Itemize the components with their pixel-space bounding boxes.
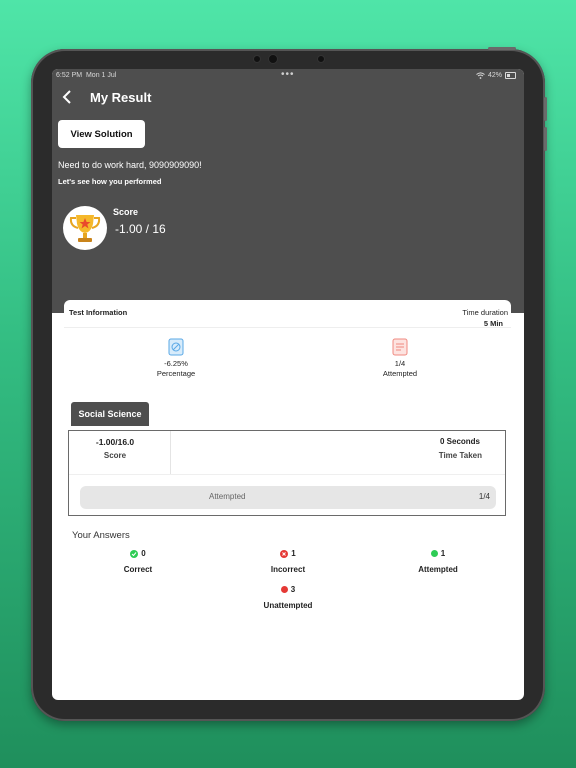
app-screen: 6:52 PM Mon 1 Jul ••• 42% My Result View… — [52, 69, 524, 700]
time-taken-label: Time Taken — [438, 451, 482, 460]
time-taken-value: 0 Seconds — [439, 437, 480, 446]
attempted-bar-value: 1/4 — [478, 492, 490, 501]
wifi-icon — [476, 72, 485, 79]
subject-score-label: Score — [103, 451, 127, 460]
incorrect-label: Incorrect — [270, 565, 306, 574]
tablet-frame: 6:52 PM Mon 1 Jul ••• 42% My Result View… — [31, 47, 547, 721]
attempted-bar: Attempted 1/4 — [80, 486, 496, 509]
correct-label: Correct — [123, 565, 153, 574]
attempted-value: 1/4 — [394, 359, 406, 368]
status-date: Mon 1 Jul — [85, 72, 117, 79]
divider — [64, 327, 511, 328]
attempted-stat: 1/4 Attempted — [370, 338, 430, 378]
power-button — [488, 47, 516, 50]
battery-percent: 42% — [487, 72, 502, 79]
volume-button-2 — [544, 127, 547, 151]
status-clock: 6:52 PM — [56, 72, 83, 79]
volume-button — [544, 97, 547, 121]
check-circle-icon — [130, 549, 139, 558]
divider — [170, 431, 171, 474]
subject-summary-box: -1.00/16.0 Score 0 Seconds Time Taken At… — [68, 430, 506, 516]
unattempted-label: Unattempted — [263, 601, 313, 610]
score-value: -1.00 / 16 — [115, 222, 166, 236]
correct-count: 0 — [141, 549, 146, 558]
status-indicators: 42% — [476, 72, 516, 79]
time-duration-label: Time duration — [462, 308, 508, 317]
multitask-dots-icon[interactable]: ••• — [281, 69, 295, 80]
incorrect-count: 1 — [291, 549, 296, 558]
tab-social-science[interactable]: Social Science — [71, 402, 149, 426]
status-time: 6:52 PM Mon 1 Jul — [56, 72, 116, 79]
attempted-label: Attempted — [382, 369, 418, 378]
attempted-count: 1 — [440, 549, 446, 558]
motivation-message: Need to do work hard, 9090909090! — [58, 160, 202, 170]
test-information-card: Test Information Time duration — [64, 300, 511, 328]
sensor-icon — [317, 55, 325, 63]
unattempted-count: 3 — [290, 585, 296, 594]
percentage-stat: -6.25% Percentage — [146, 338, 206, 378]
your-answers-title: Your Answers — [72, 530, 130, 541]
attempted-answers-label: Attempted — [418, 565, 458, 574]
answer-incorrect: 1 Incorrect — [248, 549, 328, 574]
cross-circle-icon — [280, 549, 289, 558]
green-dot-icon — [430, 550, 438, 557]
page-title: My Result — [90, 90, 152, 105]
attempted-icon — [392, 338, 408, 356]
camera-icon — [268, 54, 278, 64]
subject-score-value: -1.00/16.0 — [95, 437, 135, 447]
test-information-title: Test Information — [69, 308, 128, 317]
percentage-icon — [168, 338, 184, 356]
percentage-value: -6.25% — [164, 359, 188, 368]
back-icon[interactable] — [62, 88, 72, 108]
answer-unattempted: 3 Unattempted — [248, 585, 328, 610]
camera-icon — [253, 55, 261, 63]
result-hero: 6:52 PM Mon 1 Jul ••• 42% My Result View… — [52, 69, 524, 313]
score-label: Score — [113, 207, 139, 217]
red-dot-icon — [280, 586, 288, 593]
view-solution-button[interactable]: View Solution — [58, 120, 145, 148]
attempted-bar-label: Attempted — [209, 492, 246, 501]
performance-subtitle: Let's see how you performed — [58, 177, 162, 186]
answer-attempted: 1 Attempted — [398, 549, 478, 574]
answer-correct: 0 Correct — [98, 549, 178, 574]
percentage-label: Percentage — [156, 369, 196, 378]
trophy-icon — [63, 206, 107, 250]
divider — [69, 474, 505, 475]
battery-icon — [505, 72, 516, 79]
